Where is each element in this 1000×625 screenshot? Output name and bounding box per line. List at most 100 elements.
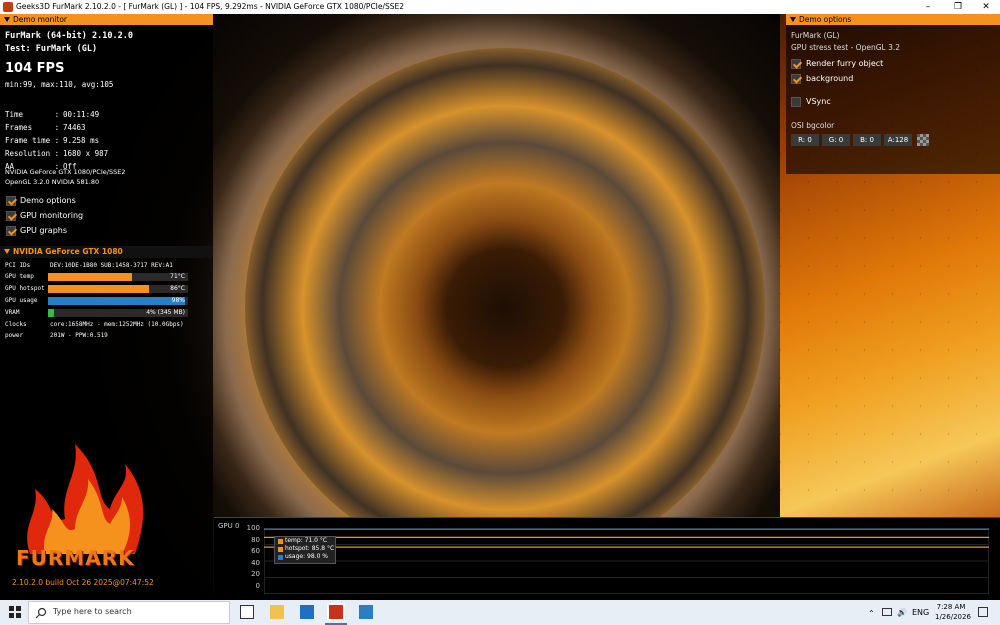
power-label: power [5, 332, 24, 339]
search-icon [35, 607, 47, 619]
gpu-bar-value: 71°C [170, 273, 185, 280]
legend-entry: hotspot: 85.8 °C [285, 545, 335, 552]
search-placeholder: Type here to search [53, 607, 132, 616]
demo-options-header-label: Demo options [799, 15, 852, 24]
window-titlebar: Geeks3D FurMark 2.10.2.0 - [ FurMark (GL… [0, 0, 1000, 14]
gpu-bar-fill [48, 309, 54, 317]
options-subtitle: GPU stress test - OpenGL 3.2 [791, 43, 900, 52]
windows-start-icon[interactable] [8, 605, 22, 619]
language-indicator[interactable]: ENG [912, 608, 929, 617]
osi-field[interactable]: G: 0 [822, 134, 850, 146]
logo-text: FURMARK [16, 546, 135, 570]
gpu-graph-panel: GPU 0 100 80 60 40 20 0 temp: 71.0 °C hotspot:… [214, 517, 1000, 600]
legend-swatch [278, 539, 283, 544]
notifications-icon[interactable] [978, 607, 988, 617]
taskbar-search-box[interactable]: Type here to search [28, 601, 230, 624]
collapse-triangle-icon [4, 249, 10, 254]
gpu-bar-label: GPU temp [5, 273, 34, 280]
checkbox-label: background [806, 74, 854, 83]
checkbox[interactable] [791, 59, 801, 69]
mail-icon[interactable] [300, 605, 314, 619]
minimize-button[interactable]: – [914, 0, 942, 14]
osi-field[interactable]: A:128 [884, 134, 912, 146]
network-icon[interactable] [882, 608, 892, 616]
y-tick-label: 60 [251, 547, 260, 555]
gpu-bar-value: 98% [171, 297, 185, 304]
checkbox[interactable] [6, 226, 16, 236]
gpu-bar-label: GPU hotspot [5, 285, 45, 292]
stat-value: 00:11:49 [63, 110, 100, 119]
gpu-bar-label: VRAM [5, 309, 20, 316]
gpu-header-label: NVIDIA GeForce GTX 1080 [13, 247, 123, 256]
checkbox[interactable] [6, 196, 16, 206]
stat-label: Time : [5, 110, 60, 119]
legend-swatch [278, 555, 283, 560]
test-name: Test: FurMark (GL) [5, 44, 98, 54]
gpu-header[interactable]: NVIDIA GeForce GTX 1080 [0, 246, 213, 258]
stat-value: 1680 x 987 [63, 149, 109, 158]
clock-date[interactable]: 1/26/2026 [935, 613, 971, 621]
file-explorer-icon[interactable] [270, 605, 284, 619]
gpu-bar: 98% [48, 297, 188, 305]
stat-label: Resolution : [5, 149, 60, 158]
window-title: Geeks3D FurMark 2.10.2.0 - [ FurMark (GL… [16, 2, 405, 11]
close-button[interactable]: ✕ [972, 0, 1000, 14]
graph-title: GPU 0 [218, 522, 240, 530]
checkbox-label: VSync [806, 97, 831, 106]
volume-icon[interactable]: 🔊 [897, 608, 907, 617]
maximize-button[interactable]: ❐ [944, 0, 972, 14]
options-name: FurMark (GL) [791, 31, 840, 40]
y-tick-label: 100 [246, 524, 260, 532]
clocks-value: core:1658MHz - mem:1252MHz (10.0Gbps) [50, 321, 184, 328]
clock-time[interactable]: 7:28 AM [935, 603, 967, 611]
furmark-taskbar-icon[interactable] [327, 603, 345, 621]
stat-label: Frames : [5, 123, 60, 132]
power-value: 201W - PPW:0.519 [50, 332, 108, 339]
demo-options-header[interactable]: Demo options [786, 14, 1000, 25]
windows-taskbar: Type here to search ⌃ 🔊 ENG 7:28 AM 1/26… [0, 600, 1000, 625]
renderer-name: NVIDIA GeForce GTX 1080/PCIe/SSE2 [5, 168, 126, 176]
checkbox[interactable] [791, 97, 801, 107]
checkbox[interactable] [791, 74, 801, 84]
y-tick-label: 0 [255, 581, 260, 590]
gpu-bar-fill [48, 285, 149, 293]
stat-label: Frame time : [5, 136, 60, 145]
legend-entry: usage: 98.0 % [285, 553, 329, 560]
gpu-bar-label: GPU usage [5, 297, 38, 304]
furmark-app-icon [3, 2, 13, 12]
task-view-icon[interactable] [240, 605, 254, 619]
gpu-bar: 71°C [48, 273, 188, 281]
clocks-label: Clocks [5, 321, 27, 328]
build-string: 2.10.2.0 build Oct 26 2025@07:47:52 [12, 578, 154, 587]
gpu-bar-fill [48, 273, 132, 281]
demo-monitor-header[interactable]: Demo monitor [0, 14, 213, 25]
gl-version: OpenGL 3.2.0 NVIDIA 581.80 [5, 178, 100, 186]
osi-field[interactable]: R: 0 [791, 134, 819, 146]
osi-bgcolor-label: OSI bgcolor [791, 121, 835, 130]
graph-legend: temp: 71.0 °C hotspot: 85.8 °C usage: 98.0… [274, 536, 336, 564]
demo-options-panel: Demo options FurMark (GL) GPU stress tes… [786, 14, 1000, 174]
app-taskbar-icon[interactable] [359, 605, 373, 619]
stat-value: 9.258 ms [63, 136, 100, 145]
color-swatch[interactable] [917, 134, 929, 146]
osi-field[interactable]: B: 0 [853, 134, 881, 146]
gpu-bar: 86°C [48, 285, 188, 293]
gpu-bar-value: 86°C [170, 285, 185, 292]
collapse-triangle-icon [4, 17, 10, 22]
fps-value: 104 FPS [5, 61, 65, 76]
app-name: FurMark (64-bit) 2.10.2.0 [5, 31, 133, 41]
checkbox-label: GPU monitoring [20, 211, 84, 220]
gpu-bar: 4% (345 MB) [48, 309, 188, 317]
checkbox[interactable] [6, 211, 16, 221]
legend-entry: temp: 71.0 °C [285, 537, 328, 544]
checkbox-label: GPU graphs [20, 226, 68, 235]
stat-value: 74463 [63, 123, 86, 132]
checkbox-label: Render furry object [806, 59, 884, 68]
demo-monitor-panel: Demo monitor FurMark (64-bit) 2.10.2.0 T… [0, 14, 213, 600]
y-tick-label: 20 [251, 570, 260, 578]
demo-monitor-header-label: Demo monitor [13, 15, 68, 24]
tray-chevron-icon[interactable]: ⌃ [868, 609, 875, 618]
pci-value: DEV:10DE-1B80 SUB:1458-3717 REV:A1 [50, 262, 173, 269]
graph-plot [264, 528, 989, 594]
gpu-bar-fill [48, 297, 186, 305]
